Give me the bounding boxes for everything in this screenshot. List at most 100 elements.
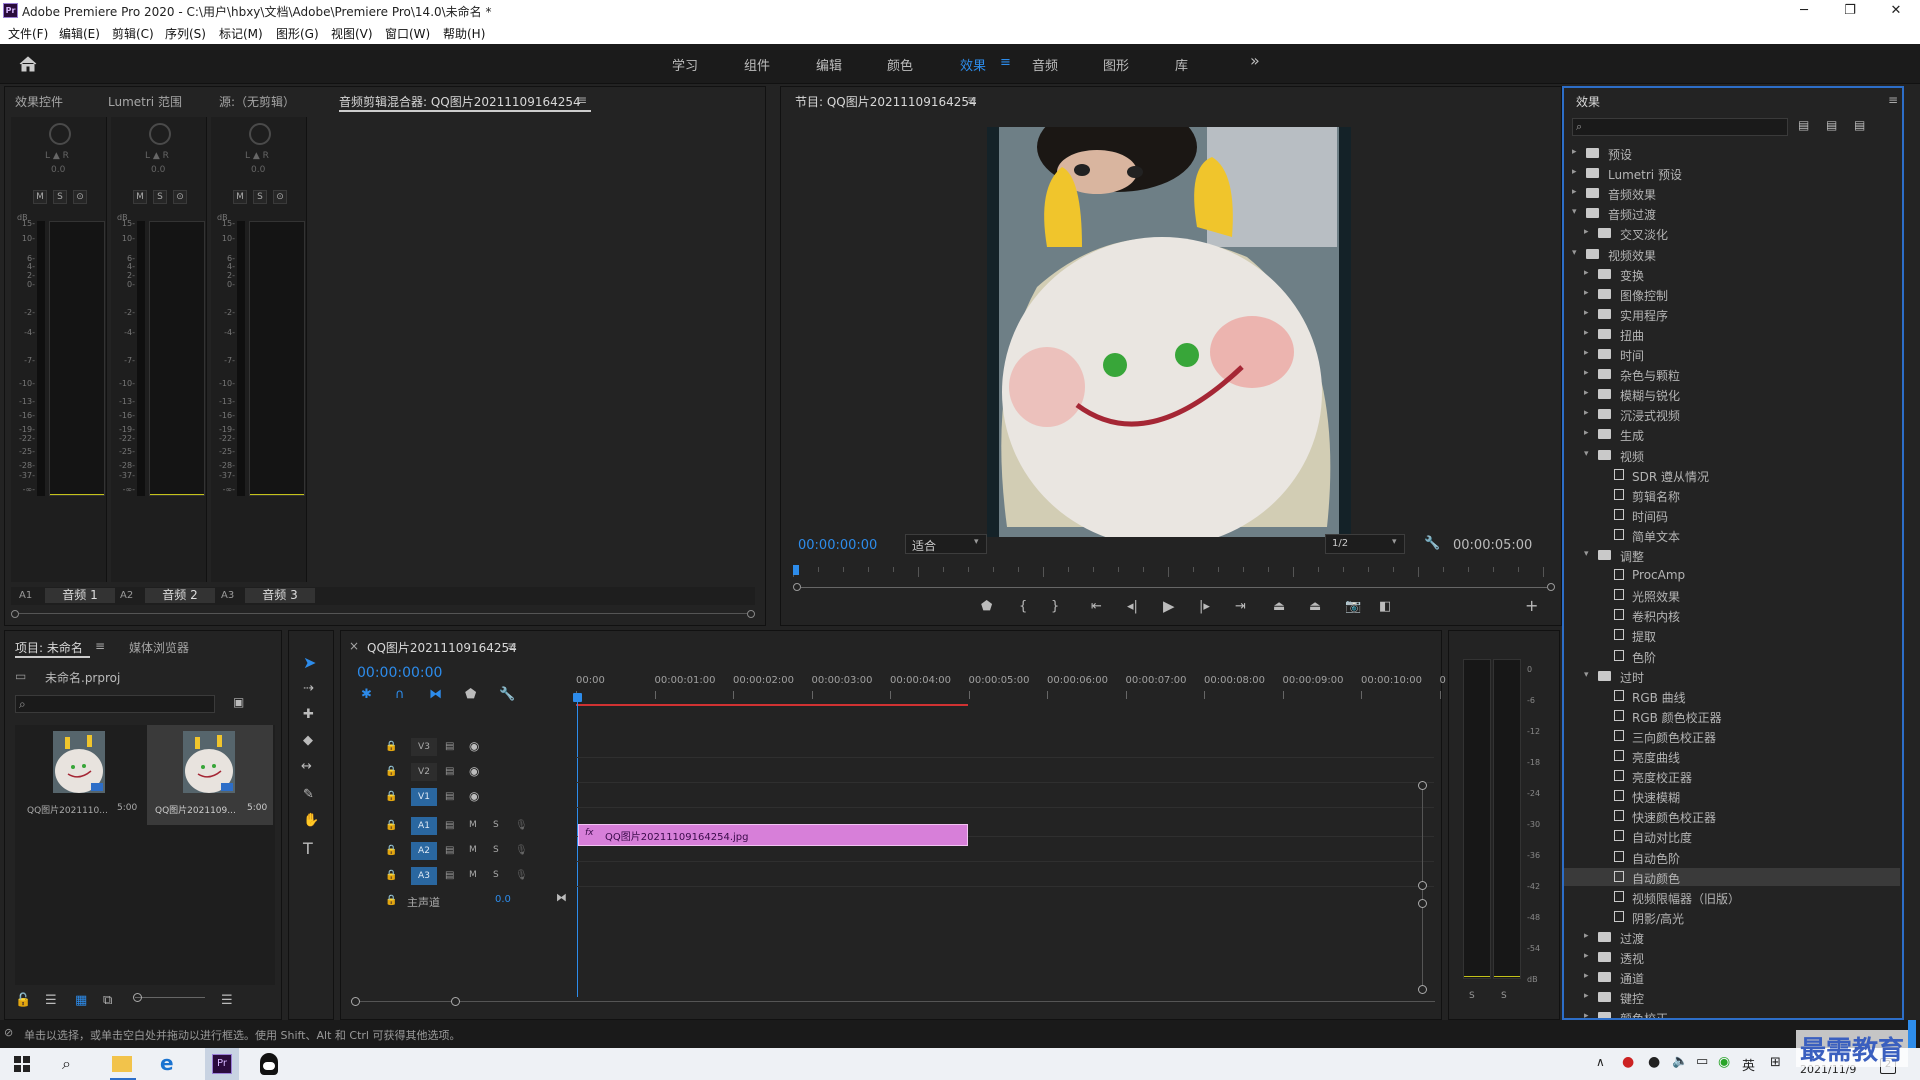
button-editor-plus-icon[interactable]: + [1525, 596, 1538, 615]
effects-tree-item[interactable]: ▸ 生成 [1564, 425, 1900, 443]
timeline-close-button[interactable]: × [349, 639, 359, 653]
zoom-slider[interactable] [135, 997, 205, 998]
accelerated-effects-filter-icon[interactable]: ▤ [1798, 118, 1809, 132]
workspace-effects[interactable]: 效果 [960, 55, 986, 74]
effects-tree-item[interactable]: ▸ 时间 [1564, 345, 1900, 363]
program-playhead-marker[interactable] [793, 565, 799, 575]
ime-mode-icon[interactable]: ⊞ [1770, 1055, 1781, 1070]
track-target-a1[interactable]: A1 [411, 817, 437, 835]
wrench-settings-icon[interactable]: 🔧 [1424, 536, 1440, 551]
timeline-playhead[interactable] [577, 697, 578, 997]
timeline-timecode[interactable]: 00:00:00:00 [357, 665, 442, 681]
record-button-a1[interactable]: ⊙ [73, 190, 87, 204]
chevron-down-icon[interactable]: ▾ [1584, 449, 1589, 459]
effects-tree-item[interactable]: 自动色阶 [1564, 848, 1900, 866]
eye-visibility-icon[interactable]: ◉ [469, 739, 479, 753]
effects-tree-item[interactable]: ▸ 沉浸式视频 [1564, 405, 1900, 423]
tray-security-icon[interactable]: ◉ [1718, 1054, 1730, 1070]
chevron-right-icon[interactable]: ▸ [1584, 408, 1589, 418]
lock-icon[interactable]: 🔒 [385, 895, 397, 906]
effects-tree-item[interactable]: ▾ 视频 [1564, 446, 1900, 464]
video-clip-v1[interactable]: fx QQ图片20211109164254.jpg [578, 824, 968, 846]
workspace-editing[interactable]: 编辑 [816, 55, 842, 74]
tab-lumetri-scopes[interactable]: Lumetri 范围 [108, 93, 182, 110]
solo-right-button[interactable]: S [1501, 991, 1507, 1001]
icon-view-icon[interactable]: ▦ [75, 993, 87, 1008]
sort-icon[interactable]: ☰ [221, 993, 233, 1008]
pan-knob[interactable] [149, 123, 171, 145]
sync-lock-icon[interactable]: ▤ [445, 766, 454, 777]
scroll-handle[interactable] [1418, 899, 1427, 908]
effects-tree-item[interactable]: ▾ 视频效果 [1564, 245, 1900, 263]
scroll-handle[interactable] [1418, 881, 1427, 890]
track-select-tool-icon[interactable]: ⇢ [303, 681, 314, 696]
record-button-a2[interactable]: ⊙ [173, 190, 187, 204]
effects-tree-item[interactable]: 视频限幅器（旧版） [1564, 888, 1900, 906]
effects-tree-item[interactable]: ▸ 扭曲 [1564, 325, 1900, 343]
effects-tree-item[interactable]: ▸ 预设 [1564, 144, 1900, 162]
extract-icon[interactable]: ⏏ [1309, 599, 1321, 614]
mute-button-a3[interactable]: M [233, 190, 247, 204]
selection-tool-icon[interactable]: ➤ [303, 653, 316, 672]
menu-window[interactable]: 窗口(W) [385, 25, 430, 42]
chevron-right-icon[interactable]: ▸ [1584, 268, 1589, 278]
project-search-input[interactable]: ⌕ [15, 695, 215, 713]
tab-project[interactable]: 项目: 未命名 [15, 639, 83, 656]
effects-tree-item[interactable]: 亮度校正器 [1564, 767, 1900, 785]
workspace-color[interactable]: 颜色 [887, 55, 913, 74]
chevron-right-icon[interactable]: ▸ [1584, 368, 1589, 378]
chevron-right-icon[interactable]: ▸ [1584, 288, 1589, 298]
chevron-right-icon[interactable]: ▸ [1584, 328, 1589, 338]
search-icon[interactable]: ⌕ [62, 1054, 71, 1074]
windows-start-icon[interactable] [14, 1056, 30, 1075]
effects-tree-item[interactable]: 时间码 [1564, 506, 1900, 524]
solo-button-a1[interactable]: S [53, 190, 67, 204]
effects-tree-item[interactable]: 自动颜色 [1564, 867, 1900, 886]
effects-tree-item[interactable]: 阴影/高光 [1564, 908, 1900, 926]
mark-out-icon[interactable]: } [1051, 599, 1059, 614]
lock-icon[interactable]: 🔒 [385, 870, 397, 881]
microphone-icon[interactable]: 🎙 [515, 845, 528, 856]
chevron-right-icon[interactable]: ▸ [1584, 931, 1589, 941]
qq-icon[interactable] [260, 1053, 278, 1075]
track-target-v1[interactable]: V1 [411, 788, 437, 806]
effects-tree-item[interactable]: 简单文本 [1564, 526, 1900, 544]
menu-marker[interactable]: 标记(M) [219, 25, 263, 42]
timeline-horizontal-scrollbar[interactable] [355, 1001, 1435, 1002]
mark-in-icon[interactable]: { [1019, 599, 1027, 614]
volume-icon[interactable]: 🔈 [1672, 1054, 1688, 1069]
record-button-a3[interactable]: ⊙ [273, 190, 287, 204]
chevron-right-icon[interactable]: ▸ [1584, 388, 1589, 398]
effects-tree-item[interactable]: ▸ 交叉淡化 [1564, 224, 1900, 242]
microphone-icon[interactable]: 🎙 [515, 870, 528, 881]
effects-tree-item[interactable]: ▸ 图像控制 [1564, 285, 1900, 303]
zoom-fit-dropdown[interactable]: 适合 ▾ [905, 534, 987, 554]
program-video-frame[interactable] [987, 102, 1351, 547]
effects-panel-menu-icon[interactable]: ≡ [1888, 93, 1898, 107]
solo-left-button[interactable]: S [1469, 991, 1475, 1001]
sync-lock-icon[interactable]: ▤ [445, 870, 454, 881]
chevron-down-icon[interactable]: ▾ [1584, 670, 1589, 680]
menu-edit[interactable]: 编辑(E) [59, 25, 100, 42]
workspace-assembly[interactable]: 组件 [744, 55, 770, 74]
mute-track-button[interactable]: M [469, 870, 477, 880]
effects-tree-item[interactable]: ▸ 变换 [1564, 265, 1900, 283]
panel-menu-icon[interactable]: ≡ [577, 93, 587, 107]
effects-tree-item[interactable]: ▸ 透视 [1564, 948, 1900, 966]
mute-track-button[interactable]: M [469, 820, 477, 830]
add-marker-icon[interactable]: ⬟ [465, 687, 476, 702]
track-target-v2[interactable]: V2 [411, 763, 437, 781]
chevron-right-icon[interactable]: ▸ [1572, 147, 1577, 157]
effects-tree-item[interactable]: ▾ 音频过渡 [1564, 204, 1900, 222]
program-playhead-timecode[interactable]: 00:00:00:00 [798, 538, 877, 553]
razor-tool-icon[interactable]: ◆ [303, 733, 313, 748]
track-target-a2[interactable]: A2 [411, 842, 437, 860]
effects-search-input[interactable]: ⌕ [1572, 118, 1788, 136]
hand-tool-icon[interactable]: ✋ [303, 813, 319, 828]
list-view-icon[interactable]: ☰ [45, 993, 57, 1008]
timeline-ruler[interactable]: 00:00 00:00:01:00 00:00:02:00 00:00:03:00 00… [576, 671, 1446, 703]
effects-tree-item[interactable]: 卷积内核 [1564, 606, 1900, 624]
effects-tree-item[interactable]: ▸ 键控 [1564, 988, 1900, 1006]
scroll-handle[interactable] [451, 997, 460, 1006]
effects-tree-item[interactable]: ▸ 模糊与锐化 [1564, 385, 1900, 403]
